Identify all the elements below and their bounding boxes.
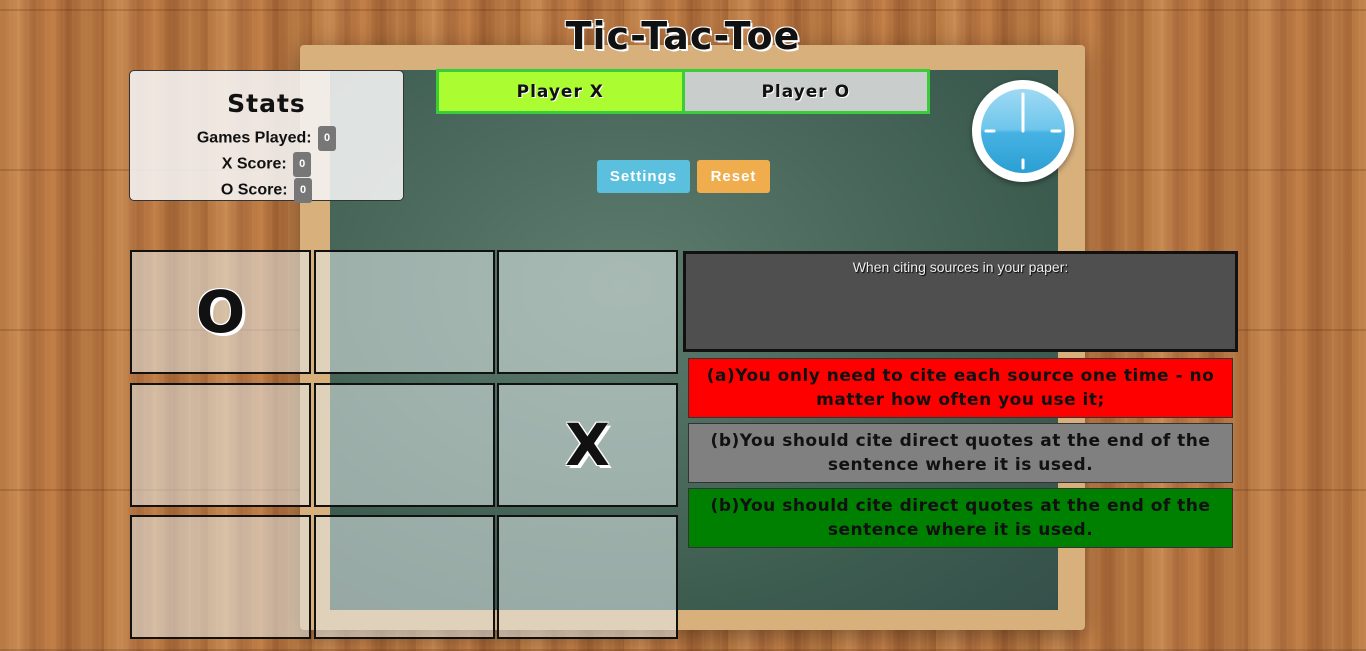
o-score-badge: 0	[294, 178, 313, 203]
x-score-badge: 0	[293, 152, 312, 177]
stopwatch-icon	[972, 80, 1074, 182]
settings-button[interactable]: Settings	[597, 160, 690, 193]
question-box: When citing sources in your paper:	[683, 251, 1238, 352]
x-score-label: X Score:	[221, 155, 287, 173]
board-cell-6[interactable]: X	[497, 383, 678, 507]
answer-option-3[interactable]: (b)You should cite direct quotes at the …	[688, 488, 1233, 548]
answer-option-2[interactable]: (b)You should cite direct quotes at the …	[688, 423, 1233, 483]
board-cell-9[interactable]	[497, 515, 678, 639]
games-played-label: Games Played:	[196, 129, 312, 147]
board-cell-3[interactable]	[497, 250, 678, 374]
board-cell-5[interactable]	[314, 383, 495, 507]
player-o-tab: Player O	[684, 72, 927, 111]
reset-button[interactable]: Reset	[697, 160, 770, 193]
board-cell-4[interactable]	[130, 383, 311, 507]
stat-games-played: Games Played: 0	[130, 126, 403, 151]
player-x-tab: Player X	[439, 72, 682, 111]
stats-heading: Stats	[227, 89, 306, 118]
page-title: Tic-Tac-Toe	[565, 14, 801, 58]
board-cell-1[interactable]: O	[130, 250, 311, 374]
o-score-label: O Score:	[220, 181, 288, 199]
stat-o-score: O Score: 0	[130, 178, 403, 203]
game-board: O X	[130, 250, 681, 641]
stats-panel: Stats Games Played: 0 X Score: 0 O Score…	[129, 70, 404, 203]
board-cell-8[interactable]	[314, 515, 495, 639]
games-played-badge: 0	[318, 126, 337, 151]
board-cell-2[interactable]	[314, 250, 495, 374]
player-turn-indicator: Player X Player O	[436, 69, 930, 114]
stat-x-score: X Score: 0	[130, 152, 403, 177]
answer-option-1[interactable]: (a)You only need to cite each source one…	[688, 358, 1233, 418]
board-cell-7[interactable]	[130, 515, 311, 639]
